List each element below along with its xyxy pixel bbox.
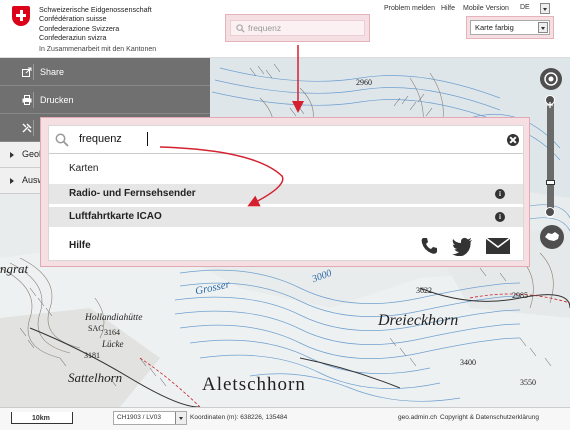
arrow-curved [159,146,284,207]
scale-bar: 10km [11,412,73,424]
copyright-link[interactable]: Copyright & Datenschutzerklärung [440,414,539,421]
coordinates-readout: Koordinaten (m): 638226, 135484 [190,414,288,421]
site-link[interactable]: geo.admin.ch [398,414,437,421]
chevron-down-icon [175,412,186,424]
footer: 10km CH1903 / LV03 Koordinaten (m): 6382… [0,407,570,430]
projection-select[interactable]: CH1903 / LV03 [113,411,187,425]
annotation-arrows [159,45,304,207]
